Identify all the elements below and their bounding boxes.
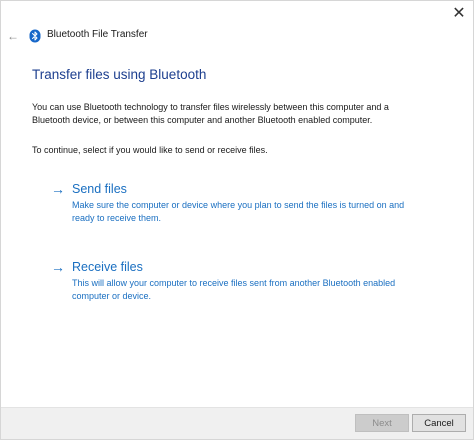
receive-files-option[interactable]: → Receive files This will allow your com… [51, 259, 411, 302]
receive-files-description[interactable]: This will allow your computer to receive… [72, 277, 412, 302]
close-icon: ✕ [452, 5, 466, 22]
back-arrow-icon: ← [7, 29, 19, 43]
dialog-footer: Next Cancel [1, 407, 473, 439]
send-files-option[interactable]: → Send files Make sure the computer or d… [51, 181, 411, 224]
instruction-text: To continue, select if you would like to… [32, 145, 268, 155]
send-files-link[interactable]: → Send files [51, 181, 411, 197]
back-button[interactable]: ← [6, 27, 20, 45]
arrow-right-icon: → [51, 181, 65, 197]
send-files-description[interactable]: Make sure the computer or device where y… [72, 199, 412, 224]
intro-text: You can use Bluetooth technology to tran… [32, 102, 389, 125]
cancel-button[interactable]: Cancel [412, 414, 466, 432]
receive-files-label[interactable]: Receive files [72, 259, 143, 275]
bluetooth-file-transfer-window: ✕ ← Bluetooth File Transfer Transfer fil… [0, 0, 474, 440]
next-button[interactable]: Next [355, 414, 409, 432]
bluetooth-icon [29, 29, 41, 43]
receive-files-link[interactable]: → Receive files [51, 259, 411, 275]
arrow-right-icon: → [51, 259, 65, 275]
send-files-label[interactable]: Send files [72, 181, 127, 197]
close-button[interactable]: ✕ [445, 1, 473, 25]
page-title: Transfer files using Bluetooth [32, 67, 207, 82]
window-title: Bluetooth File Transfer [47, 29, 148, 40]
